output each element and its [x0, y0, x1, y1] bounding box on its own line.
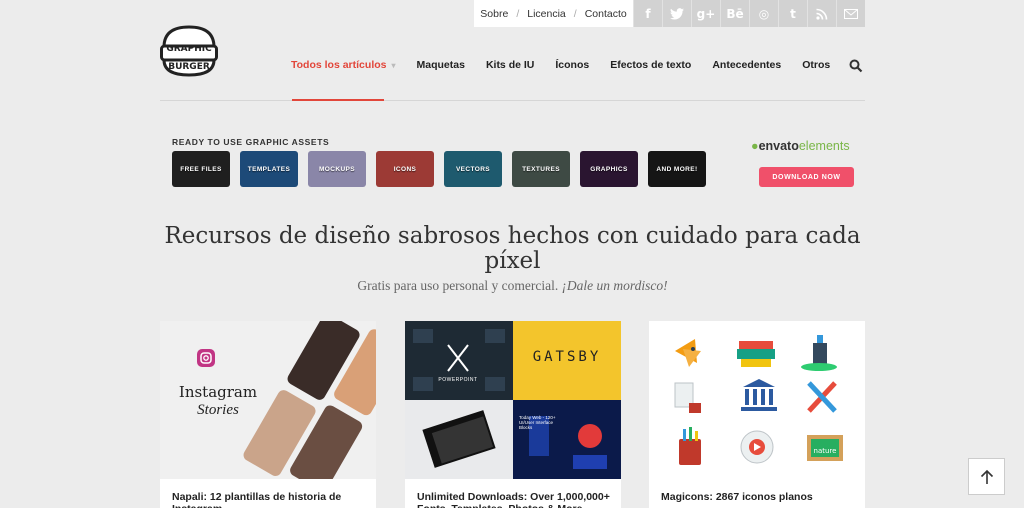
article-card[interactable]: POWERPOINT GATSBY Today Web - 120+ UI/Us…	[405, 321, 621, 508]
article-card[interactable]: nature Magicons: 2867 iconos planos	[649, 321, 865, 508]
banner-title: READY TO USE GRAPHIC ASSETS	[172, 137, 330, 147]
social-links: f g+ Bē ◎ t	[633, 0, 865, 27]
rss-icon[interactable]	[807, 0, 836, 27]
back-to-top-button[interactable]	[968, 458, 1005, 495]
arrow-up-icon	[980, 469, 993, 484]
chevron-down-icon: ▾	[391, 61, 396, 70]
card-title[interactable]: Magicons: 2867 iconos planos	[661, 491, 855, 503]
envato-logo[interactable]: ●envatoelements	[751, 139, 850, 153]
card-title[interactable]: Unlimited Downloads: Over 1,000,000+ Fon…	[417, 491, 611, 508]
separator: /	[516, 7, 520, 20]
top-bar: Sobre / Licencia / Contacto f g+ Bē ◎ t	[474, 0, 865, 27]
tile-graphics[interactable]: GRAPHICS	[580, 151, 638, 187]
top-links: Sobre / Licencia / Contacto	[474, 0, 633, 27]
site-logo[interactable]: GRAPHIC BURGER	[160, 25, 218, 77]
top-link-contacto[interactable]: Contacto	[585, 8, 627, 20]
nav-item-iconos[interactable]: Íconos	[555, 59, 589, 71]
tile-mockups[interactable]: MOCKUPS	[308, 151, 366, 187]
nav-item-todos[interactable]: Todos los artículos ▾	[291, 59, 396, 71]
tile-and-more[interactable]: AND MORE!	[648, 151, 706, 187]
search-icon[interactable]	[849, 59, 863, 73]
tumblr-icon[interactable]: t	[778, 0, 807, 27]
active-nav-indicator	[292, 99, 384, 101]
page-title: Recursos de diseño sabrosos hechos con c…	[164, 223, 861, 274]
dribbble-icon[interactable]: ◎	[749, 0, 778, 27]
tile-templates[interactable]: TEMPLATES	[240, 151, 298, 187]
card-image-subtitle: Stories	[197, 402, 239, 418]
tile-vectors[interactable]: VECTORS	[444, 151, 502, 187]
card-image[interactable]: POWERPOINT GATSBY Today Web - 120+ UI/Us…	[405, 321, 621, 479]
card-image[interactable]: Instagram Stories	[160, 321, 376, 479]
twitter-icon[interactable]	[662, 0, 691, 27]
nav-item-efectos[interactable]: Efectos de texto	[610, 59, 691, 71]
envato-leaf-icon: ●	[751, 139, 759, 153]
nav-item-kits[interactable]: Kits de IU	[486, 59, 534, 71]
tile-free-files[interactable]: FREE FILES	[172, 151, 230, 187]
nav-item-maquetas[interactable]: Maquetas	[417, 59, 465, 71]
behance-icon[interactable]: Bē	[720, 0, 749, 27]
nav-item-otros[interactable]: Otros	[802, 59, 830, 71]
card-image-text: nature	[813, 447, 837, 455]
card-image-text: Today Web - 120+ UI/User Interface Block…	[519, 415, 556, 430]
tile-textures[interactable]: TEXTURES	[512, 151, 570, 187]
page-subtitle: Gratis para uso personal y comercial. ¡D…	[357, 278, 668, 293]
download-now-button[interactable]: DOWNLOAD NOW	[759, 167, 854, 187]
card-title[interactable]: Napali: 12 plantillas de historia de Ins…	[172, 491, 366, 508]
separator: /	[573, 7, 577, 20]
svg-text:GRAPHIC: GRAPHIC	[166, 44, 212, 54]
googleplus-icon[interactable]: g+	[691, 0, 720, 27]
header-divider	[160, 100, 865, 101]
article-card[interactable]: Instagram Stories Napali: 12 plantillas …	[160, 321, 376, 508]
card-image-text: POWERPOINT	[438, 377, 478, 383]
mail-icon[interactable]	[836, 0, 865, 27]
top-link-sobre[interactable]: Sobre	[480, 8, 508, 20]
top-link-licencia[interactable]: Licencia	[527, 8, 566, 20]
tile-icons[interactable]: ICONS	[376, 151, 434, 187]
card-image-title: Instagram	[178, 383, 258, 401]
svg-text:BURGER: BURGER	[168, 62, 210, 72]
asset-tiles: FREE FILES TEMPLATES MOCKUPS ICONS VECTO…	[172, 151, 706, 187]
card-image[interactable]: nature	[649, 321, 865, 479]
facebook-icon[interactable]: f	[633, 0, 662, 27]
card-image-text: GATSBY	[532, 349, 602, 365]
main-nav: Todos los artículos ▾ Maquetas Kits de IU…	[291, 59, 851, 71]
nav-item-antecedentes[interactable]: Antecedentes	[712, 59, 781, 71]
